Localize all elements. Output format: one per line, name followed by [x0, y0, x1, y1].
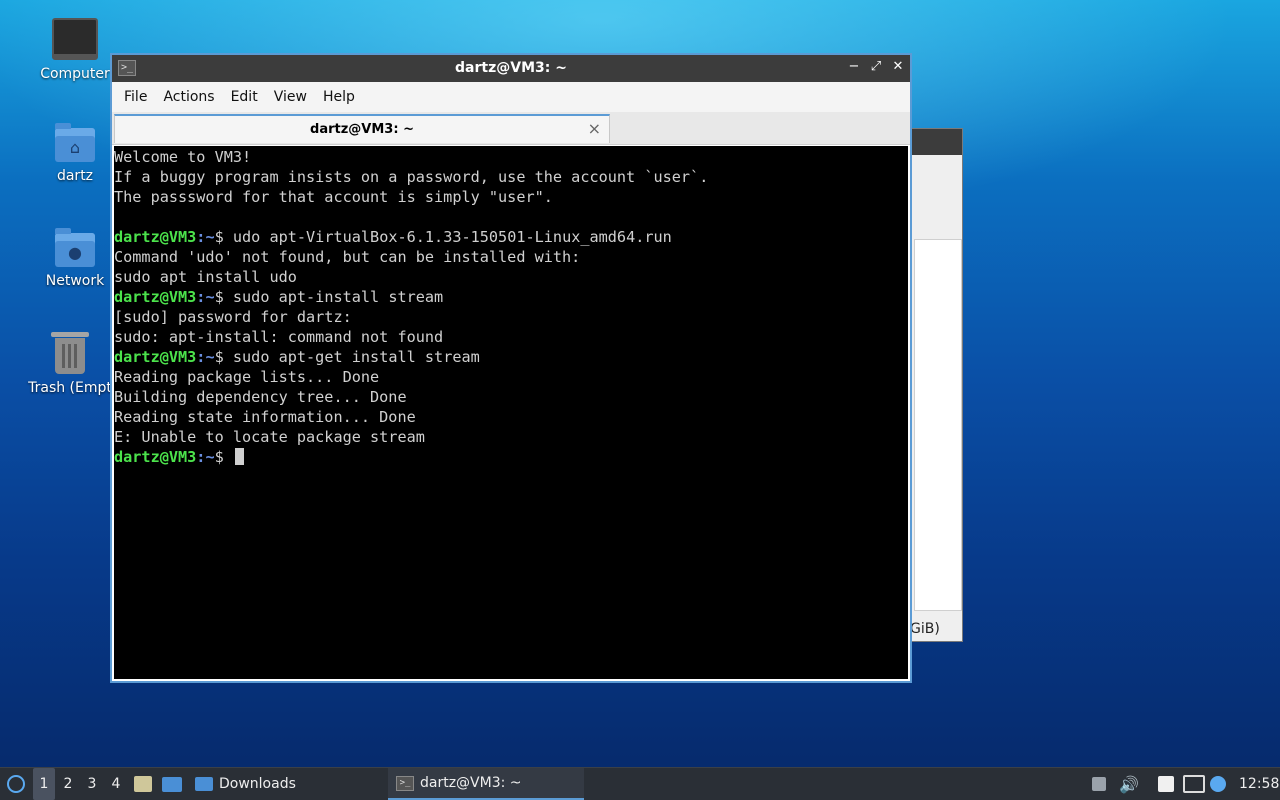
tray-network[interactable]: [1183, 768, 1205, 800]
desktop-icon-label: Network: [45, 273, 105, 289]
prompt-user: dartz@VM3: [114, 448, 197, 466]
taskbar-terminal-task[interactable]: >_ dartz@VM3: ~: [388, 768, 584, 800]
terminal-command-line: dartz@VM3:~$ sudo apt-install stream: [114, 287, 908, 307]
lubuntu-logo-icon: [7, 775, 25, 793]
terminal-output-line: If a buggy program insists on a password…: [114, 168, 709, 186]
menu-file[interactable]: File: [116, 89, 155, 105]
trash-icon: [51, 332, 89, 374]
terminal-output-line: [sudo] password for dartz:: [114, 308, 352, 326]
prompt-symbol: $: [214, 348, 224, 366]
workspace-1[interactable]: 1: [33, 768, 55, 800]
close-button[interactable]: ✕: [892, 59, 904, 74]
terminal-output-line: Welcome to VM3!: [114, 148, 252, 166]
taskbar: 1 2 3 4 Downloads >_ dartz@VM3: ~ 🔊 12:5…: [0, 767, 1280, 800]
menu-view[interactable]: View: [266, 89, 315, 105]
eject-icon: [1092, 777, 1106, 791]
tray-clipboard[interactable]: [1158, 768, 1174, 800]
prompt-symbol: $: [214, 228, 224, 246]
taskbar-downloads[interactable]: Downloads: [195, 768, 296, 800]
terminal-titlebar[interactable]: >_ dartz@VM3: ~ − ⤢ ✕: [112, 55, 910, 82]
prompt-user: dartz@VM3: [114, 348, 197, 366]
desktop-icon-trash[interactable]: Trash (Empt: [22, 332, 118, 396]
tray-updates[interactable]: [1210, 768, 1226, 800]
prompt-path: :~: [196, 288, 215, 306]
terminal-window[interactable]: >_ dartz@VM3: ~ − ⤢ ✕ File Actions Edit …: [110, 53, 912, 683]
command-text: sudo apt-install stream: [223, 288, 444, 306]
background-window[interactable]: GiB): [905, 128, 963, 642]
background-window-text: GiB): [910, 621, 940, 637]
maximize-button[interactable]: ⤢: [870, 59, 882, 74]
menu-edit[interactable]: Edit: [223, 89, 266, 105]
prompt-symbol: $: [214, 288, 224, 306]
clock[interactable]: 12:58: [1239, 768, 1279, 800]
tray-eject[interactable]: [1092, 768, 1106, 800]
network-icon: [1183, 775, 1205, 793]
desktop-icon-home[interactable]: ⌂ dartz: [27, 123, 123, 184]
terminal-command-line: dartz@VM3:~$: [114, 447, 908, 467]
prompt-user: dartz@VM3: [114, 288, 197, 306]
desktop-icon-computer[interactable]: Computer: [27, 18, 123, 82]
task-label: dartz@VM3: ~: [420, 775, 522, 791]
terminal-output-line: E: Unable to locate package stream: [114, 428, 425, 446]
prompt-symbol: $: [214, 448, 224, 466]
command-text: udo apt-VirtualBox-6.1.33-150501-Linux_a…: [223, 228, 672, 246]
terminal-output[interactable]: Welcome to VM3! If a buggy program insist…: [114, 146, 908, 679]
tab-bar: dartz@VM3: ~ ×: [112, 112, 910, 145]
menu-actions[interactable]: Actions: [155, 89, 222, 105]
desktop-icon-label: Trash (Empt: [28, 380, 112, 396]
workspace-2[interactable]: 2: [57, 768, 79, 800]
desktop-icon: [162, 776, 182, 792]
terminal-output-line: Reading package lists... Done: [114, 368, 380, 386]
workspace-4[interactable]: 4: [105, 768, 127, 800]
tab-title: dartz@VM3: ~: [310, 122, 414, 137]
background-window-content: [914, 239, 962, 611]
terminal-command-line: dartz@VM3:~$ sudo apt-get install stream: [114, 347, 908, 367]
prompt-path: :~: [196, 448, 215, 466]
terminal-output-line: The passsword for that account is simply…: [114, 188, 553, 206]
prompt-path: :~: [196, 348, 215, 366]
volume-icon: 🔊: [1119, 774, 1139, 794]
prompt-path: :~: [196, 228, 215, 246]
desktop-icon-network[interactable]: ● Network: [27, 228, 123, 289]
terminal-output-line: Command 'udo' not found, but can be inst…: [114, 248, 581, 266]
home-folder-icon: ⌂: [55, 123, 95, 162]
terminal-output-line: Reading state information... Done: [114, 408, 416, 426]
folder-icon: [195, 777, 213, 791]
terminal-output-line: sudo apt install udo: [114, 268, 297, 286]
file-manager-icon: [134, 776, 152, 792]
command-text: [224, 448, 233, 466]
menu-bar: File Actions Edit View Help: [112, 82, 910, 112]
network-folder-icon: ●: [55, 228, 95, 267]
start-menu-button[interactable]: [4, 768, 28, 800]
terminal-output-line: Building dependency tree... Done: [114, 388, 407, 406]
terminal-command-line: dartz@VM3:~$ udo apt-VirtualBox-6.1.33-1…: [114, 227, 908, 247]
menu-help[interactable]: Help: [315, 89, 363, 105]
desktop-icon-label: dartz: [56, 168, 94, 184]
desktop-icon-label: Computer: [40, 66, 110, 82]
update-notifier-icon: [1210, 776, 1226, 792]
window-title: dartz@VM3: ~: [455, 60, 567, 76]
tray-volume[interactable]: 🔊: [1119, 768, 1139, 800]
tab-close-icon[interactable]: ×: [588, 119, 601, 138]
computer-icon: [52, 18, 98, 60]
terminal-text: Welcome to VM3! If a buggy program insist…: [114, 146, 908, 467]
file-manager-launcher[interactable]: [134, 768, 152, 800]
background-window-titlebar[interactable]: [906, 129, 962, 155]
command-text: sudo apt-get install stream: [223, 348, 480, 366]
text-cursor: [234, 448, 244, 465]
workspace-3[interactable]: 3: [81, 768, 103, 800]
minimize-button[interactable]: −: [848, 59, 860, 74]
clipboard-icon: [1158, 776, 1174, 792]
downloads-label: Downloads: [219, 776, 296, 792]
terminal-icon: >_: [396, 775, 414, 791]
show-desktop-button[interactable]: [162, 768, 182, 800]
terminal-tab[interactable]: dartz@VM3: ~ ×: [114, 114, 610, 143]
terminal-output-line: sudo: apt-install: command not found: [114, 328, 444, 346]
prompt-user: dartz@VM3: [114, 228, 197, 246]
